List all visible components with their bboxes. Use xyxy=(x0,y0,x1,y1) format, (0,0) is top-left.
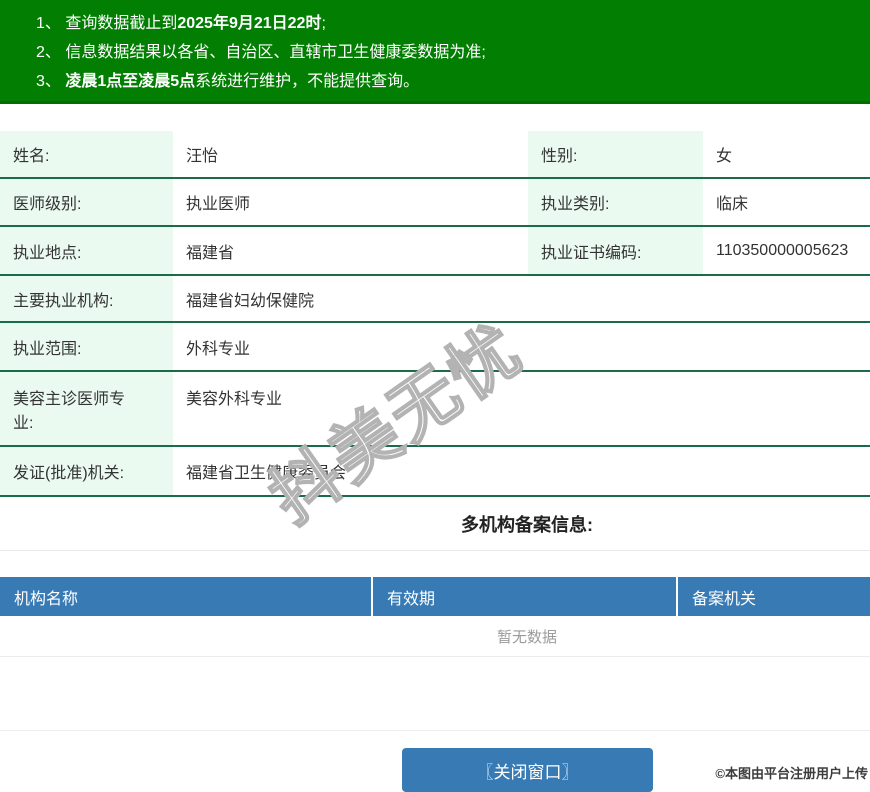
field-label: 执业证书编码: xyxy=(528,227,703,274)
field-label: 美容主诊医师专业: xyxy=(0,372,173,445)
field-label: 医师级别: xyxy=(0,179,173,225)
field-value: 福建省妇幼保健院 xyxy=(186,292,315,310)
divider-line xyxy=(0,730,870,731)
field-label: 姓名: xyxy=(0,131,173,177)
notice-line-3: 3、 凌晨1点至凌晨5点系统进行维护，不能提供查询。 xyxy=(36,73,420,90)
field-value: 女 xyxy=(716,148,733,165)
records-section-title: 多机构备案信息: xyxy=(461,515,593,535)
info-row-level-category: 医师级别: 执业医师 执业类别: 临床 xyxy=(0,179,870,227)
records-header-filing-authority: 备案机关 xyxy=(692,590,757,608)
records-header-validity: 有效期 xyxy=(373,577,678,616)
field-label: 执业地点: xyxy=(0,227,173,274)
info-row-scope: 执业范围: 外科专业 xyxy=(0,323,870,372)
notice-banner: 1、 查询数据截止到2025年9月21日22时; 2、 信息数据结果以各省、自治… xyxy=(0,0,870,104)
field-value: 110350000005623 xyxy=(716,241,849,259)
info-row-issuing-authority: 发证(批准)机关: 福建省卫生健康委员会 xyxy=(0,447,870,497)
info-row-location-certno: 执业地点: 福建省 执业证书编码: 110350000005623 xyxy=(0,227,870,276)
field-label: 执业范围: xyxy=(0,323,173,370)
field-value: 执业医师 xyxy=(186,196,251,213)
image-credit: ©本图由平台注册用户上传 xyxy=(715,766,868,781)
field-value: 临床 xyxy=(716,196,749,213)
info-row-cosmetic-specialty: 美容主诊医师专业: 美容外科专业 xyxy=(0,372,870,447)
divider-line xyxy=(0,550,870,551)
field-value: 外科专业 xyxy=(186,340,251,358)
field-value: 美容外科专业 xyxy=(186,391,283,408)
empty-data-text: 暂无数据 xyxy=(496,628,557,646)
info-row-main-org: 主要执业机构: 福建省妇幼保健院 xyxy=(0,276,870,323)
records-table-header: 机构名称 有效期 备案机关 xyxy=(0,577,870,616)
info-row-name-gender: 姓名: 汪怡 性别: 女 xyxy=(0,131,870,179)
field-label: 执业类别: xyxy=(528,179,703,225)
notice-line-2: 2、 信息数据结果以各省、自治区、直辖市卫生健康委数据为准; xyxy=(36,44,486,61)
field-label: 发证(批准)机关: xyxy=(0,447,173,495)
field-value: 福建省卫生健康委员会 xyxy=(186,465,347,482)
field-label: 主要执业机构: xyxy=(0,276,173,321)
close-window-button[interactable]: 〖关闭窗口〗 xyxy=(402,748,653,792)
field-label: 性别: xyxy=(528,131,703,177)
notice-line-1: 1、 查询数据截止到2025年9月21日22时; xyxy=(36,15,326,32)
field-value: 汪怡 xyxy=(186,148,219,165)
records-empty-row: 暂无数据 xyxy=(0,616,870,657)
records-header-org-name: 机构名称 xyxy=(0,577,373,616)
field-value: 福建省 xyxy=(186,244,235,262)
practitioner-info-table: 姓名: 汪怡 性别: 女 医师级别: 执业医师 执业类别: 临床 执业地点: 福… xyxy=(0,131,870,497)
